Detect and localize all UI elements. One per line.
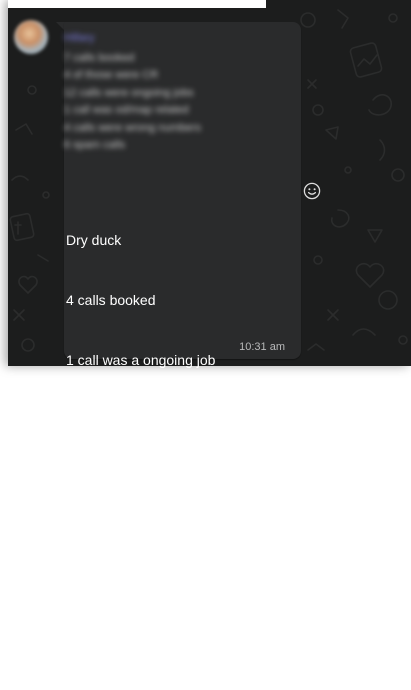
window-edge — [0, 0, 8, 366]
sender-avatar[interactable] — [14, 20, 48, 54]
redacted-line: 4 of those were CR — [64, 69, 159, 81]
message-line: 1 call was a ongoing job — [66, 352, 216, 368]
redacted-line: 6 spam calls — [64, 139, 126, 151]
message-line: Dry duck — [66, 232, 122, 248]
react-emoji-button[interactable] — [303, 182, 321, 200]
top-window-edge — [8, 0, 266, 8]
message-line: 1 spam call — [66, 472, 137, 488]
redacted-line: 1 call was od/map related — [64, 104, 189, 116]
message-text: Dry duck 4 calls booked 1 call was a ong… — [66, 190, 278, 690]
smiley-face-icon — [303, 182, 321, 200]
message-line: 1 call was a person with questions — [66, 412, 279, 428]
message-timestamp: 10:31 am — [239, 341, 285, 353]
message-line — [66, 530, 278, 550]
message-line: Done right — [66, 592, 131, 608]
redacted-message-content: Hillary 7 calls booked 4 of those were C… — [64, 30, 264, 155]
message-line: 1 spam call — [66, 652, 137, 668]
redacted-line: 12 calls were ongoing jobs — [64, 86, 194, 99]
redacted-line: 4 calls were wrong numbers — [64, 121, 201, 134]
message-line: 4 calls booked — [66, 292, 156, 308]
sender-name[interactable]: Hillary — [64, 30, 264, 48]
redacted-line: 7 calls booked — [64, 51, 135, 64]
